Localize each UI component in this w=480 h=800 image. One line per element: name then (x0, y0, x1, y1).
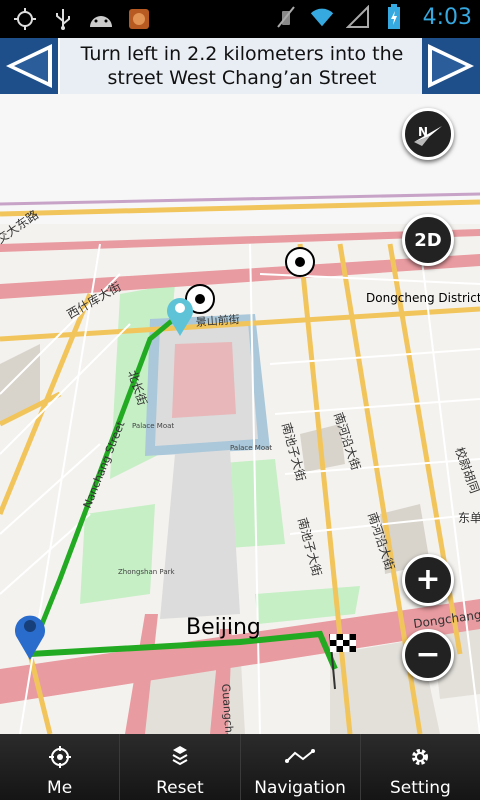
nav-setting-label: Setting (389, 778, 451, 798)
crosshair-icon (48, 742, 71, 772)
previous-instruction-button[interactable] (0, 38, 58, 94)
instruction-panel: Turn left in 2.2 kilometers into the str… (58, 38, 426, 94)
district-label: Dongcheng District (366, 291, 480, 305)
instruction-banner: Turn left in 2.2 kilometers into the str… (0, 38, 480, 94)
zoom-in-button[interactable]: + (402, 554, 454, 606)
map-view[interactable]: Beijing Dongcheng District Dongchang'an … (0, 94, 480, 734)
bottom-navigation-bar: Me Reset Navigation Setting (0, 734, 480, 800)
gear-icon (409, 742, 431, 772)
arrow-right-icon (428, 44, 474, 88)
route-icon (285, 742, 316, 772)
compass-button[interactable]: N (402, 108, 454, 160)
nav-setting-button[interactable]: Setting (361, 734, 480, 800)
usb-icon (50, 6, 76, 32)
view-mode-button[interactable]: 2D (402, 214, 454, 266)
signal-icon (345, 4, 371, 30)
status-bar: 4:03 (0, 0, 480, 38)
nav-me-button[interactable]: Me (0, 734, 121, 800)
mute-icon (273, 4, 299, 30)
arrow-left-icon (6, 44, 52, 88)
view-mode-label: 2D (414, 229, 442, 251)
nav-navigation-button[interactable]: Navigation (241, 734, 361, 800)
nav-reset-button[interactable]: Reset (120, 734, 241, 800)
city-label: Beijing (186, 615, 261, 640)
nav-me-label: Me (47, 778, 73, 798)
nav-reset-label: Reset (156, 778, 204, 798)
reset-icon (169, 742, 191, 772)
clock-time: 4:03 (422, 4, 472, 30)
android-icon (88, 6, 114, 32)
zoom-out-button[interactable]: − (402, 629, 454, 681)
nav-navigation-label: Navigation (254, 778, 346, 798)
zoom-in-label: + (415, 562, 441, 597)
compass-icon: N (414, 125, 442, 146)
battery-icon (381, 4, 407, 30)
compass-label: N (418, 125, 428, 139)
turn-instruction-text: Turn left in 2.2 kilometers into the str… (80, 43, 404, 89)
football-icon[interactable] (285, 247, 315, 277)
street-label-dongdan: 东单 (458, 511, 480, 525)
label-zhongshan-park: Zhongshan Park (118, 568, 176, 576)
label-palace-moat-west: Palace Moat (132, 422, 174, 430)
app-icon (126, 6, 152, 32)
gps-icon (12, 6, 38, 32)
next-instruction-button[interactable] (422, 38, 480, 94)
label-palace-moat-east: Palace Moat (230, 444, 272, 452)
wifi-icon (309, 4, 335, 30)
zoom-out-label: − (415, 637, 441, 672)
